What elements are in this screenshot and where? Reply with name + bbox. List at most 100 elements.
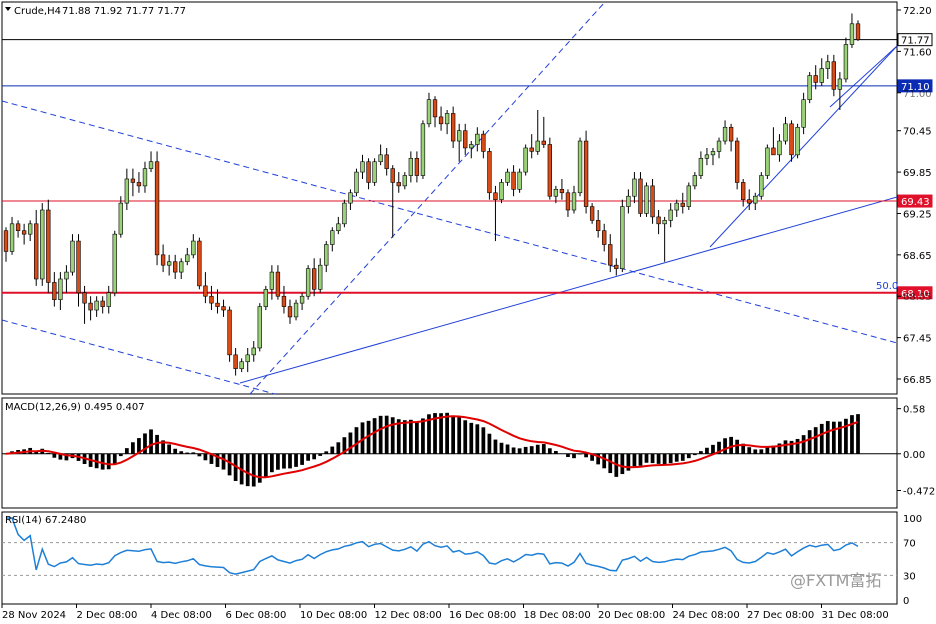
candle-body <box>311 268 317 290</box>
candle[interactable] <box>354 168 359 197</box>
candle[interactable] <box>795 123 800 159</box>
macd-bar <box>257 453 262 483</box>
macd-bar <box>837 421 842 454</box>
macd-bar <box>457 417 462 454</box>
candle-body <box>819 68 824 83</box>
macd-bar <box>251 453 256 487</box>
time-tick-label: 18 Dec 08:00 <box>524 610 591 621</box>
candle-body <box>481 133 486 152</box>
candle-body <box>34 223 39 280</box>
time-tick-label: 27 Dec 08:00 <box>747 610 814 621</box>
macd-bar <box>475 424 480 454</box>
candle[interactable] <box>644 182 649 217</box>
candle[interactable] <box>620 199 625 273</box>
candle-body <box>547 144 553 197</box>
candle[interactable] <box>765 144 770 179</box>
candle[interactable] <box>734 137 740 190</box>
macd-bar <box>173 448 178 454</box>
candle[interactable] <box>523 144 528 176</box>
candle-body <box>414 157 420 176</box>
candle-body <box>457 130 462 142</box>
candle[interactable] <box>807 72 812 104</box>
candle[interactable] <box>638 172 643 217</box>
time-tick-label: 31 Dec 08:00 <box>822 610 889 621</box>
candle[interactable] <box>499 178 504 204</box>
candle[interactable] <box>40 203 45 286</box>
candle[interactable] <box>305 265 311 300</box>
candle-body <box>408 157 414 176</box>
candle-body <box>728 126 734 142</box>
candle-body <box>342 202 347 225</box>
candle[interactable] <box>372 158 377 186</box>
candle-body <box>680 202 685 207</box>
candle[interactable] <box>547 137 553 200</box>
candle-body <box>390 168 395 183</box>
candle-body <box>553 189 559 197</box>
macd-bar <box>408 419 413 454</box>
macd-bar <box>451 415 456 454</box>
macd-indicator-label: MACD(12,26,9) 0.495 0.407 <box>5 402 145 413</box>
macd-bar <box>294 453 298 467</box>
macd-bar <box>354 427 359 454</box>
candle-body <box>76 240 81 294</box>
candle-body <box>148 161 154 169</box>
candle-body <box>849 23 855 45</box>
trading-chart[interactable]: 0.580.00-0.472 10070300 71.7771.1069.436… <box>0 0 936 624</box>
macd-bar <box>288 453 292 469</box>
candle-body <box>662 220 667 225</box>
candle-body <box>843 44 849 80</box>
candle[interactable] <box>46 199 51 293</box>
candle[interactable] <box>112 230 117 297</box>
candle-body <box>203 285 208 297</box>
candle[interactable] <box>197 237 202 290</box>
macd-bar <box>330 446 335 454</box>
candle[interactable] <box>577 137 583 197</box>
macd-bar <box>747 447 752 454</box>
macd-bar <box>191 452 196 454</box>
time-axis: 28 Nov 2024 2 Dec 08:00 4 Dec 08:00 6 Dec 0… <box>1 604 889 621</box>
candle-body <box>215 302 220 307</box>
candle-body <box>3 230 9 252</box>
candle-body <box>275 271 281 297</box>
candle-body <box>650 185 655 218</box>
candle-body <box>191 240 196 256</box>
candle-body <box>330 230 335 245</box>
candle[interactable] <box>517 168 522 193</box>
macd-bar <box>686 453 691 459</box>
macd-bar <box>118 453 123 457</box>
macd-bar <box>644 453 649 463</box>
candle-body <box>354 171 359 194</box>
macd-bar <box>493 439 498 454</box>
candle-body <box>245 354 250 363</box>
candle[interactable] <box>227 306 232 362</box>
candle-body <box>620 206 625 269</box>
candle-body <box>299 295 305 304</box>
macd-bar <box>578 453 582 455</box>
candle-body <box>227 309 232 356</box>
candle-body <box>166 261 172 266</box>
time-tick-label: 24 Dec 08:00 <box>673 610 740 621</box>
candle[interactable] <box>154 151 160 266</box>
candle[interactable] <box>843 37 849 83</box>
price-panel-frame <box>1 1 898 395</box>
candle[interactable] <box>759 172 764 200</box>
macd-bar <box>692 453 697 456</box>
candle-body <box>710 151 716 156</box>
candle-body <box>336 223 341 232</box>
macd-bar <box>831 421 836 454</box>
candle-body <box>511 171 516 190</box>
candle[interactable] <box>583 130 589 214</box>
candle[interactable] <box>263 285 269 311</box>
candle-body <box>674 202 679 211</box>
candle-body <box>855 23 861 40</box>
candle[interactable] <box>420 120 426 179</box>
macd-bar <box>185 452 190 454</box>
candle[interactable] <box>342 199 347 228</box>
candle[interactable] <box>686 182 691 211</box>
candle[interactable] <box>487 147 492 200</box>
candle[interactable] <box>257 303 262 352</box>
macd-bar <box>318 453 323 456</box>
macd-bar <box>312 453 317 460</box>
candle[interactable] <box>650 178 655 224</box>
price-tick-label: 68.65 <box>903 251 932 262</box>
